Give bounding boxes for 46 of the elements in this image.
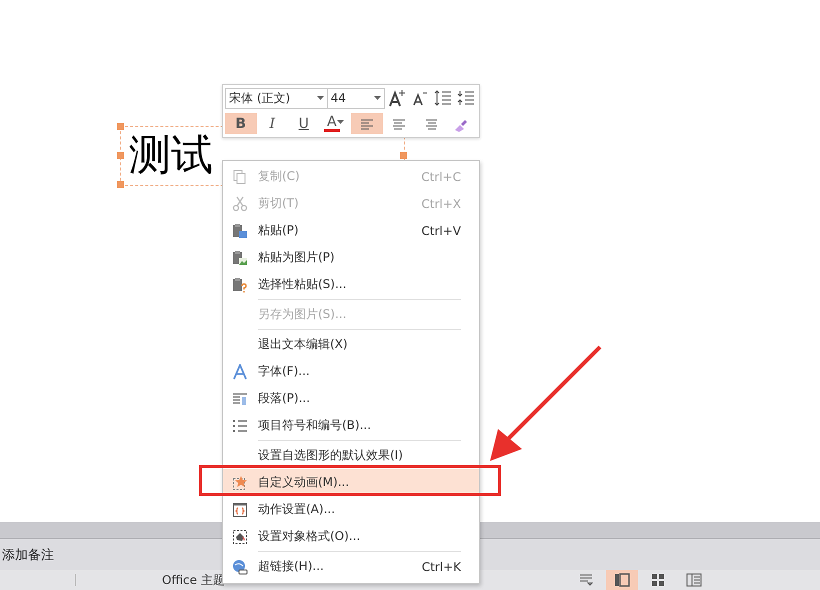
menu-item[interactable]: 选择性粘贴(S)... [223, 271, 479, 298]
caret-icon [336, 120, 344, 124]
letter-a-icon [232, 364, 248, 380]
slide-text: 测试 [129, 129, 213, 181]
font-size-dropdown[interactable]: 44 [326, 88, 386, 109]
menu-item[interactable]: 粘贴为图片(P) [223, 244, 479, 271]
align-left-icon [360, 116, 374, 131]
copy-icon [232, 168, 248, 184]
menu-item[interactable]: 退出文本编辑(X) [223, 331, 479, 358]
notes-placeholder[interactable]: 添加备注 [2, 546, 54, 564]
notes-view-icon [579, 574, 593, 586]
font-dropdown[interactable]: 宋体 (正文) [225, 88, 328, 109]
caret-icon [316, 96, 324, 100]
clipboard-question-icon [232, 276, 248, 292]
italic-button[interactable]: I [256, 113, 288, 134]
scissors-icon [232, 196, 248, 212]
align-center-icon [391, 116, 406, 131]
reading-view-icon [686, 573, 702, 587]
view-button[interactable] [606, 570, 638, 590]
menu-item[interactable]: 动作设置(A)... [223, 496, 479, 523]
menu-item[interactable]: 项目符号和编号(B)... [223, 412, 479, 439]
menu-item[interactable]: 段落(P)... [223, 385, 479, 412]
clipboard-icon [232, 222, 248, 238]
menu-item[interactable]: 粘贴(P) Ctrl+V [223, 217, 479, 244]
menu-item[interactable]: 设置对象格式(O)... [223, 523, 479, 550]
globe-link-icon [232, 558, 248, 574]
bulleted-list-icon [232, 418, 248, 434]
menu-item[interactable]: 设置自选图形的默认效果(I) [223, 442, 479, 469]
normal-view-icon [614, 573, 630, 587]
bold-button[interactable]: B [225, 113, 256, 134]
braces-window-icon [232, 502, 248, 518]
clipboard-picture-icon [232, 250, 248, 266]
resize-handle[interactable] [117, 123, 124, 130]
grid-view-icon [651, 573, 665, 587]
caret-icon [374, 96, 382, 100]
format-shape-icon [232, 528, 248, 544]
menu-item[interactable]: 字体(F)... [223, 358, 479, 385]
resize-handle[interactable] [117, 152, 124, 159]
menu-item[interactable]: 超链接(H)... Ctrl+K [223, 553, 479, 580]
resize-handle[interactable] [400, 152, 407, 159]
paragraph-icon [232, 390, 248, 406]
star-animation-icon [232, 474, 248, 490]
resize-handle[interactable] [117, 181, 124, 188]
underline-button[interactable]: U [288, 113, 320, 134]
align-left-button[interactable] [351, 113, 382, 134]
font-color-button[interactable]: A [320, 113, 351, 134]
